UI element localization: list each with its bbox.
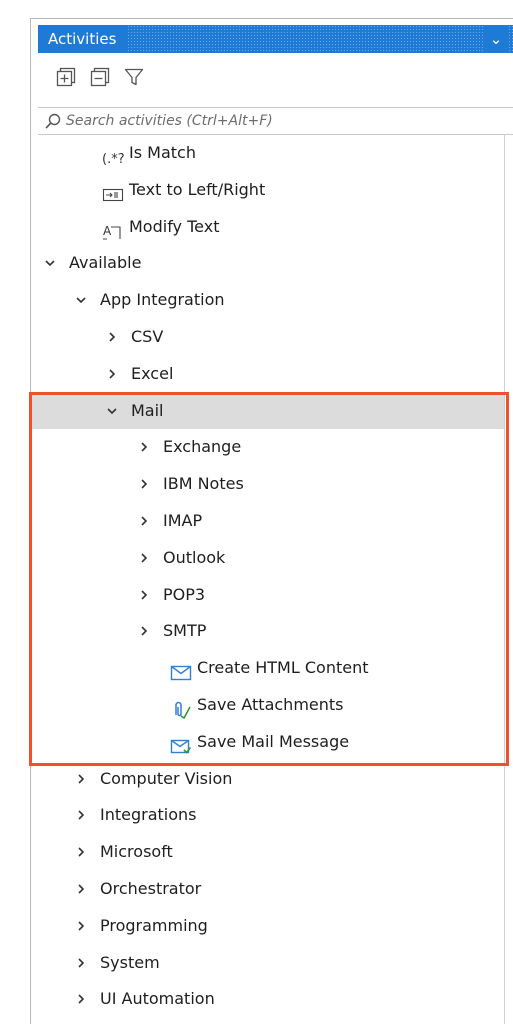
- filter-icon: [124, 68, 144, 86]
- chevron-right-icon[interactable]: [137, 466, 151, 502]
- tree-item-text-to-left-right[interactable]: Text to Left/Right: [31, 172, 513, 208]
- tree-item-label: App Integration: [100, 290, 225, 310]
- svg-text:(.*?): (.*?): [102, 152, 124, 167]
- tree-item-imap[interactable]: IMAP: [31, 503, 513, 539]
- tree-item-label: Outlook: [163, 547, 226, 567]
- chevron-right-icon[interactable]: [74, 981, 88, 1017]
- regex-icon: (.*?): [102, 144, 130, 167]
- tree-item-label: Modify Text: [129, 216, 220, 236]
- chevron-right-icon[interactable]: [137, 429, 151, 465]
- tree-item-label: Excel: [131, 363, 174, 383]
- chevron-right-icon[interactable]: [137, 613, 151, 649]
- expand-all-button[interactable]: [55, 66, 77, 88]
- tree-item-label: Create HTML Content: [197, 658, 369, 678]
- tree-item-label: Is Match: [129, 143, 196, 162]
- tree-item-label: Microsoft: [100, 842, 173, 862]
- mail-envelope-icon: [170, 659, 192, 681]
- tree-item-smtp[interactable]: SMTP: [31, 613, 513, 649]
- tree-item-microsoft[interactable]: Microsoft: [31, 834, 513, 870]
- activities-panel: Activities ⌄ Search activities (Ctrl+Alt…: [30, 18, 513, 1024]
- tree-item-modify-text[interactable]: A Modify Text: [31, 209, 513, 245]
- tree-item-label: UI Automation: [100, 989, 215, 1009]
- panel-titlebar: Activities ⌄: [38, 25, 513, 53]
- chevron-right-icon[interactable]: [137, 540, 151, 576]
- tree-item-available[interactable]: Available: [31, 245, 513, 281]
- tree-item-label: System: [100, 952, 160, 972]
- tree-item-csv[interactable]: CSV: [31, 319, 513, 355]
- tree-item-label: CSV: [131, 327, 164, 346]
- vertical-scrollbar[interactable]: [504, 135, 513, 1024]
- tree-item-save-mail-message[interactable]: Save Mail Message: [31, 724, 513, 760]
- tree-item-system[interactable]: System: [31, 945, 513, 981]
- paperclip-icon: [170, 696, 192, 720]
- chevron-right-icon[interactable]: [74, 871, 88, 907]
- search-icon: [44, 112, 62, 130]
- modify-text-icon: A: [102, 218, 124, 240]
- chevron-right-icon[interactable]: [74, 797, 88, 833]
- tree-item-label: SMTP: [163, 621, 207, 641]
- tree-item-app-integration[interactable]: App Integration: [31, 282, 513, 318]
- tree-item-label: Available: [69, 253, 142, 273]
- tree-item-exchange[interactable]: Exchange: [31, 429, 513, 465]
- search-bar: [38, 107, 513, 135]
- chevron-right-icon[interactable]: [74, 945, 88, 981]
- collapse-all-icon: [90, 67, 110, 87]
- tree-item-outlook[interactable]: Outlook: [31, 540, 513, 576]
- tree-item-save-attachments[interactable]: Save Attachments: [31, 687, 513, 723]
- tree-item-label: Mail: [131, 400, 164, 420]
- tree-item-ui-automation[interactable]: UI Automation: [31, 981, 513, 1017]
- chevron-right-icon[interactable]: [105, 319, 119, 355]
- chevron-right-icon[interactable]: [105, 356, 119, 392]
- panel-title: Activities: [38, 25, 129, 53]
- tree-item-label: Computer Vision: [100, 768, 233, 788]
- mail-save-icon: [170, 733, 192, 754]
- tree-item-programming[interactable]: Programming: [31, 908, 513, 944]
- tree-item-mail[interactable]: Mail: [31, 392, 513, 429]
- tree-item-label: Text to Left/Right: [129, 179, 266, 199]
- tree-item-is-match[interactable]: (.*?) Is Match: [31, 135, 513, 171]
- expand-all-icon: [56, 67, 76, 87]
- chevron-right-icon[interactable]: [137, 503, 151, 539]
- tree-item-label: Save Mail Message: [197, 731, 350, 751]
- chevron-down-icon[interactable]: [43, 245, 57, 281]
- tree-item-label: Orchestrator: [100, 879, 202, 898]
- svg-text:A: A: [103, 224, 112, 238]
- tree-item-label: POP3: [163, 584, 206, 604]
- chevron-down-icon[interactable]: [105, 393, 119, 429]
- chevron-right-icon[interactable]: [137, 577, 151, 613]
- tree-item-label: Programming: [100, 915, 208, 935]
- chevron-right-icon[interactable]: [74, 908, 88, 944]
- collapse-all-button[interactable]: [89, 66, 111, 88]
- tree-item-pop3[interactable]: POP3: [31, 577, 513, 613]
- tree-item-label: Integrations: [100, 805, 197, 825]
- panel-dropdown-icon[interactable]: ⌄: [484, 25, 508, 53]
- search-input[interactable]: [66, 110, 486, 132]
- tree-item-orchestrator[interactable]: Orchestrator: [31, 871, 513, 907]
- chevron-down-icon[interactable]: [74, 282, 88, 318]
- tree-item-label: Save Attachments: [197, 695, 344, 714]
- tree-item-computer-vision[interactable]: Computer Vision: [31, 761, 513, 797]
- filter-button[interactable]: [123, 66, 145, 88]
- tree-item-integrations[interactable]: Integrations: [31, 797, 513, 833]
- tree-item-create-html-content[interactable]: Create HTML Content: [31, 650, 513, 686]
- chevron-right-icon[interactable]: [74, 761, 88, 797]
- tree-item-label: IMAP: [163, 511, 203, 530]
- panel-toolbar: [38, 57, 513, 97]
- tree-item-label: Exchange: [163, 437, 242, 457]
- tree-item-label: IBM Notes: [163, 474, 244, 494]
- tree-item-excel[interactable]: Excel: [31, 356, 513, 392]
- chevron-right-icon[interactable]: [74, 834, 88, 870]
- text-split-icon: [102, 181, 124, 201]
- tree-item-ibm-notes[interactable]: IBM Notes: [31, 466, 513, 502]
